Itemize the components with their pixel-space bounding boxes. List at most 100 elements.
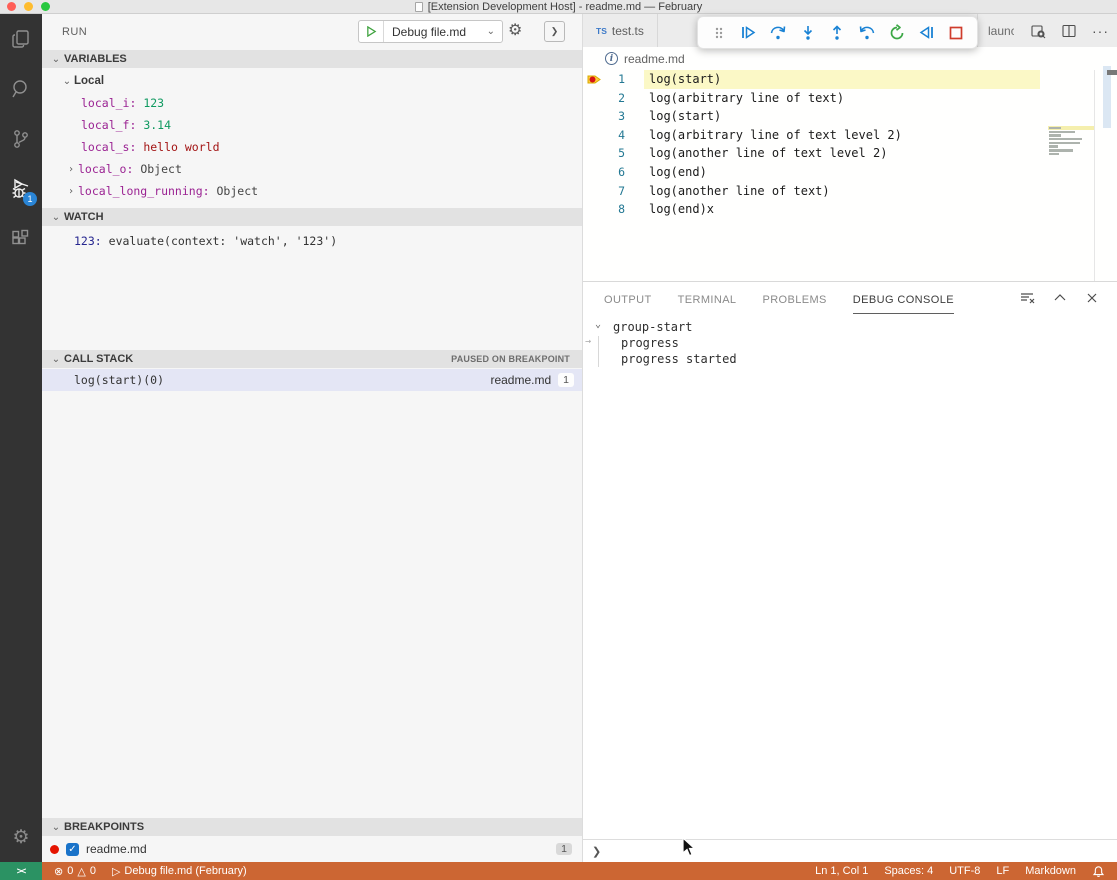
minimize-window-button[interactable] — [24, 2, 33, 11]
breakpoints-section-header[interactable]: ⌄ BREAKPOINTS — [42, 818, 582, 836]
debug-console-output[interactable]: ⌄ group-start → progress progress starte… — [583, 319, 1117, 369]
tab-terminal[interactable]: TERMINAL — [678, 285, 737, 313]
call-stack-section-header[interactable]: ⌄ CALL STACK PAUSED ON BREAKPOINT — [42, 350, 582, 368]
line-text: log(end)x — [644, 200, 1040, 219]
minimap-divider — [1094, 70, 1095, 281]
reverse-continue-button[interactable] — [915, 22, 937, 44]
window-controls[interactable] — [7, 2, 50, 11]
console-line[interactable]: progress started — [621, 351, 737, 367]
line-text: log(start) — [644, 70, 1040, 89]
start-debug-button[interactable] — [359, 21, 384, 42]
remote-indicator[interactable]: >< — [0, 862, 42, 880]
code-line[interactable]: 4log(arbitrary line of text level 2) — [583, 126, 1117, 145]
current-breakpoint-icon[interactable] — [587, 73, 602, 86]
stop-button[interactable] — [945, 22, 967, 44]
minimap[interactable] — [1048, 126, 1094, 226]
problems-status[interactable]: ⊗0 △0 — [54, 865, 96, 878]
encoding-status[interactable]: UTF-8 — [949, 865, 980, 877]
open-preview-icon[interactable] — [1030, 23, 1046, 39]
variable-row[interactable]: › local_o: Object — [42, 158, 582, 180]
call-stack-title: CALL STACK — [64, 353, 133, 365]
continue-button[interactable] — [737, 22, 759, 44]
mouse-cursor — [682, 837, 697, 858]
variables-section-header[interactable]: ⌄ VARIABLES — [42, 50, 582, 68]
sidebar-item-source-control[interactable] — [0, 114, 42, 164]
debug-console-input[interactable]: ❯ — [583, 839, 1117, 862]
code-editor[interactable]: 1 log(start) 2log(arbitrary line of text… — [583, 70, 1117, 281]
breadcrumb[interactable]: i readme.md — [583, 47, 1117, 70]
breakpoint-checkbox[interactable]: ✓ — [66, 843, 79, 856]
breakpoints-title: BREAKPOINTS — [64, 821, 144, 833]
editor-group: TS test.ts launc ··· i readme.md 1 log(s — [583, 14, 1117, 862]
sidebar-item-extensions[interactable] — [0, 214, 42, 264]
breakpoint-line-badge: 1 — [556, 843, 572, 855]
stack-frame-row[interactable]: log(start)(0) readme.md 1 — [42, 369, 582, 391]
line-text: log(another line of text) — [644, 182, 1040, 201]
variable-row[interactable]: › local_long_running: Object — [42, 180, 582, 202]
line-number: 7 — [603, 182, 625, 201]
tab-debug-console[interactable]: DEBUG CONSOLE — [853, 285, 954, 314]
play-icon — [366, 26, 377, 37]
tab-problems[interactable]: PROBLEMS — [762, 285, 826, 313]
source-control-icon — [9, 127, 33, 151]
tab-output[interactable]: OUTPUT — [604, 285, 652, 313]
code-line[interactable]: 8log(end)x — [583, 200, 1117, 219]
code-line[interactable]: 7 log(another line of text) — [583, 182, 1117, 201]
close-window-button[interactable] — [7, 2, 16, 11]
tab-test-ts[interactable]: TS test.ts — [583, 14, 658, 47]
watch-row[interactable]: 123: evaluate(context: 'watch', '123') — [42, 230, 582, 252]
tab-launch-json[interactable]: launc — [977, 14, 1014, 47]
debug-toolbar — [697, 16, 978, 49]
notifications-bell-icon[interactable] — [1092, 865, 1105, 878]
eol-status[interactable]: LF — [996, 865, 1009, 877]
launch-config-dropdown[interactable]: Debug file.md ⌄ — [384, 21, 502, 42]
line-text: log(another line of text level 2) — [644, 144, 1040, 163]
variable-row[interactable]: local_s: hello world — [42, 136, 582, 158]
split-editor-icon[interactable] — [1061, 23, 1077, 39]
editor-scrollbar[interactable] — [1103, 66, 1111, 128]
restart-button[interactable] — [886, 22, 908, 44]
step-back-button[interactable] — [856, 22, 878, 44]
indentation-status[interactable]: Spaces: 4 — [884, 865, 933, 877]
extensions-icon — [9, 227, 33, 251]
debug-session-status[interactable]: ▷Debug file.md (February) — [112, 865, 247, 878]
language-mode-status[interactable]: Markdown — [1025, 865, 1076, 877]
code-line[interactable]: 3log(start) — [583, 107, 1117, 126]
cursor-position-status[interactable]: Ln 1, Col 1 — [815, 865, 868, 877]
code-line[interactable]: 6log(end) — [583, 163, 1117, 182]
run-sidebar-toolbar: RUN Debug file.md ⌄ ⚙ ❯ — [42, 14, 582, 50]
more-actions-icon[interactable]: ··· — [1092, 23, 1109, 39]
breakpoint-file: readme.md — [86, 842, 147, 856]
step-into-button[interactable] — [797, 22, 819, 44]
step-out-button[interactable] — [826, 22, 848, 44]
configure-gear-icon[interactable]: ⚙ — [508, 22, 522, 40]
chevron-down-icon[interactable]: ⌄ — [595, 319, 601, 330]
console-line[interactable]: progress — [621, 335, 679, 351]
debug-console-icon[interactable]: ❯ — [544, 21, 565, 42]
code-line[interactable]: 1 log(start) — [583, 70, 1117, 89]
code-line[interactable]: 2log(arbitrary line of text) — [583, 89, 1117, 108]
console-line[interactable]: group-start — [613, 319, 692, 335]
breakpoint-row[interactable]: ✓ readme.md 1 — [42, 838, 582, 860]
clear-console-icon[interactable] — [1019, 290, 1035, 306]
document-icon — [415, 2, 423, 12]
variable-row[interactable]: local_i: 123 — [42, 92, 582, 114]
manage-button[interactable]: ⚙ — [0, 812, 42, 862]
step-over-button[interactable] — [767, 22, 789, 44]
close-panel-icon[interactable] — [1085, 291, 1099, 305]
sidebar-item-explorer[interactable] — [0, 14, 42, 64]
line-number: 2 — [603, 89, 625, 108]
sidebar-item-run-debug[interactable]: 1 — [0, 164, 42, 214]
arrow-right-icon: → — [585, 336, 591, 347]
toolbar-drag-handle[interactable] — [708, 22, 730, 44]
zoom-window-button[interactable] — [41, 2, 50, 11]
sidebar-item-search[interactable] — [0, 64, 42, 114]
launch-config-label: Debug file.md — [392, 25, 466, 39]
watch-section-header[interactable]: ⌄ WATCH — [42, 208, 582, 226]
breakpoint-dot-icon — [50, 845, 59, 854]
scope-local[interactable]: ⌄ Local — [42, 70, 582, 92]
status-bar: >< ⊗0 △0 ▷Debug file.md (February) Ln 1,… — [0, 862, 1117, 880]
maximize-panel-icon[interactable] — [1053, 291, 1067, 305]
variable-row[interactable]: local_f: 3.14 — [42, 114, 582, 136]
code-line[interactable]: 5log(another line of text level 2) — [583, 144, 1117, 163]
